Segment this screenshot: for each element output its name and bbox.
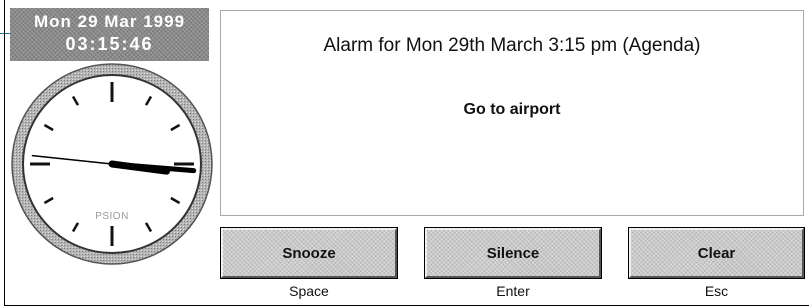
silence-shortcut-label: Enter [496,283,530,299]
current-date: Mon 29 Mar 1999 [33,12,186,31]
alarm-title: Alarm for Mon 29th March 3:15 pm (Agenda… [323,35,701,56]
alarm-message-box: Alarm for Mon 29th March 3:15 pm (Agenda… [220,10,804,216]
snooze-button[interactable]: Snooze [221,228,397,278]
clear-shortcut-label: Esc [704,283,729,299]
snooze-shortcut-label: Space [289,283,329,299]
datetime-panel: Mon 29 Mar 1999 03:15:46 [10,8,209,61]
silence-button[interactable]: Silence [425,228,601,278]
current-time: 03:15:46 [65,34,154,54]
alarm-message: Go to airport [463,101,561,118]
clock-brand-label: PSION [95,211,129,222]
analog-clock: PSION [11,63,213,265]
clear-button[interactable]: Clear [629,228,804,278]
